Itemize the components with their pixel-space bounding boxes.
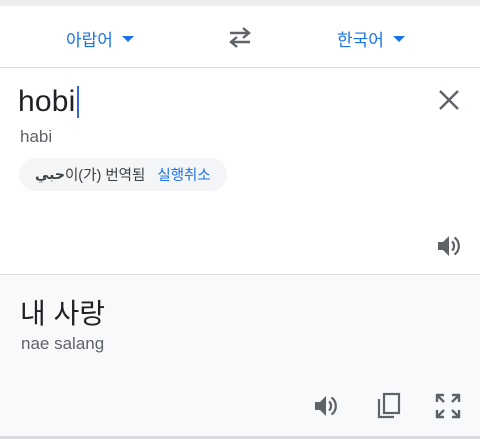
close-icon[interactable] xyxy=(437,88,461,112)
result-transliteration: nae salang xyxy=(21,334,105,353)
volume-icon[interactable] xyxy=(312,392,340,420)
chevron-down-icon xyxy=(392,36,405,42)
target-language-selector[interactable]: 한국어 xyxy=(337,26,405,50)
copy-icon[interactable] xyxy=(375,392,403,420)
language-bar: 아랍어 한국어 xyxy=(0,6,480,68)
target-language-label: 한국어 xyxy=(337,30,384,50)
fullscreen-icon[interactable] xyxy=(434,392,462,420)
source-panel: hobi habi حبي 이(가) 번역됨 실행취소 xyxy=(0,69,480,275)
translation-result: 내 사랑 xyxy=(20,298,106,329)
source-transliteration: habi xyxy=(20,127,53,146)
source-input-text[interactable]: hobi xyxy=(18,85,76,119)
chevron-down-icon xyxy=(121,36,134,42)
translated-arabic-text: حبي xyxy=(35,166,65,183)
source-language-selector[interactable]: 아랍어 xyxy=(66,26,134,50)
translated-notice: 이(가) 번역됨 xyxy=(64,168,146,184)
source-language-label: 아랍어 xyxy=(66,30,113,50)
auto-correct-chip: حبي 이(가) 번역됨 실행취소 xyxy=(19,158,227,191)
result-panel: 내 사랑 nae salang xyxy=(0,276,480,439)
volume-icon[interactable] xyxy=(436,234,462,258)
source-input[interactable]: hobi xyxy=(18,84,79,120)
text-cursor xyxy=(76,86,79,118)
swap-arrows-icon[interactable] xyxy=(226,25,254,49)
undo-button[interactable]: 실행취소 xyxy=(157,164,210,185)
